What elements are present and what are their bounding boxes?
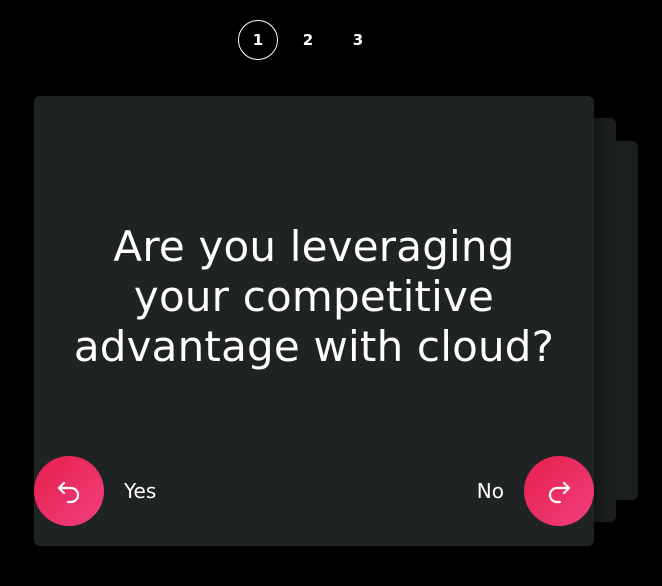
no-label: No: [476, 479, 504, 503]
question-text: Are you leveraging your competitive adva…: [73, 222, 555, 371]
yes-answer[interactable]: Yes: [34, 456, 156, 526]
step-2[interactable]: 2: [288, 20, 328, 60]
step-3[interactable]: 3: [338, 20, 378, 60]
redo-arrow-icon: [544, 474, 574, 508]
yes-button[interactable]: [34, 456, 104, 526]
no-answer[interactable]: No: [477, 456, 594, 526]
no-button[interactable]: [524, 456, 594, 526]
step-indicator: 1 2 3: [238, 20, 388, 60]
question-card: Are you leveraging your competitive adva…: [34, 96, 594, 546]
step-1[interactable]: 1: [238, 20, 278, 60]
undo-arrow-icon: [54, 474, 84, 508]
yes-label: Yes: [124, 479, 157, 503]
